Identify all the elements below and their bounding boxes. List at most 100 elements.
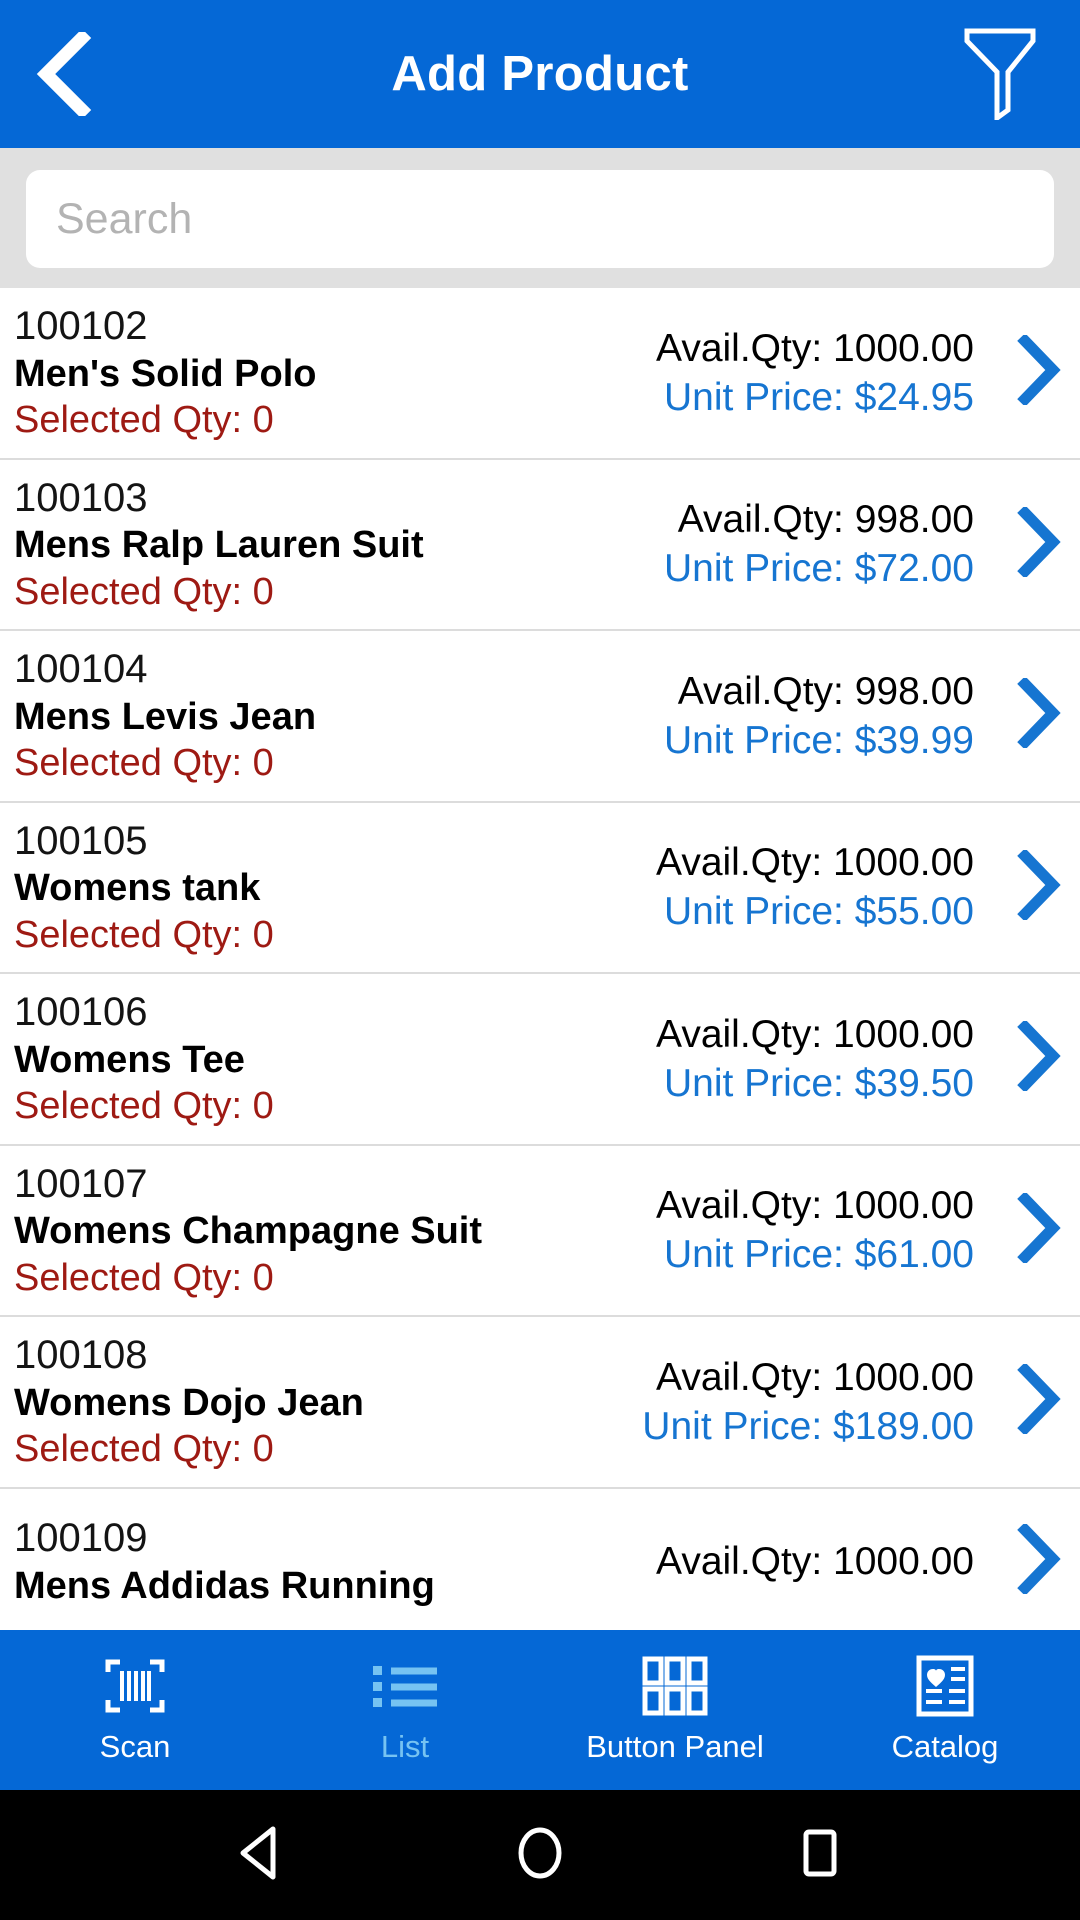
product-sku: 100108	[14, 1333, 148, 1378]
product-detail-button[interactable]	[996, 1503, 1080, 1621]
product-name: Womens tank	[14, 867, 261, 910]
product-name: Mens Levis Jean	[14, 695, 317, 738]
android-back-icon	[233, 1825, 287, 1886]
product-selected-qty: Selected Qty: 0	[14, 1256, 274, 1299]
search-box[interactable]	[26, 170, 1054, 268]
search-bar-container	[0, 148, 1080, 288]
android-recents-button[interactable]	[775, 1810, 865, 1900]
android-back-button[interactable]	[215, 1810, 305, 1900]
product-stock-price: Avail.Qty: 1000.00 Unit Price: $24.95	[656, 302, 996, 444]
product-stock-price: Avail.Qty: 1000.00 Unit Price: $189.00	[642, 1331, 996, 1473]
product-avail-qty: Avail.Qty: 998.00	[677, 498, 974, 542]
product-detail-button[interactable]	[996, 1331, 1080, 1473]
android-home-icon	[513, 1825, 567, 1886]
back-button[interactable]	[34, 29, 104, 119]
product-sku: 100105	[14, 818, 148, 863]
product-row[interactable]: 100108 Womens Dojo Jean Selected Qty: 0 …	[0, 1317, 1080, 1489]
product-selected-qty: Selected Qty: 0	[14, 742, 274, 785]
product-stock-price: Avail.Qty: 998.00 Unit Price: $39.99	[664, 645, 996, 787]
product-unit-price: Unit Price: $39.50	[663, 1061, 974, 1105]
product-sku: 100106	[14, 990, 148, 1035]
product-info: 100109 Mens Addidas Running	[0, 1503, 656, 1621]
product-selected-qty: Selected Qty: 0	[14, 570, 274, 613]
android-recents-icon	[793, 1825, 847, 1886]
product-info: 100108 Womens Dojo Jean Selected Qty: 0	[0, 1331, 642, 1473]
product-row[interactable]: 100102 Men's Solid Polo Selected Qty: 0 …	[0, 288, 1080, 460]
product-detail-button[interactable]	[996, 645, 1080, 787]
barcode-scan-icon	[104, 1655, 166, 1717]
page-title: Add Product	[391, 47, 689, 101]
product-avail-qty: Avail.Qty: 1000.00	[656, 1184, 974, 1228]
product-stock-price: Avail.Qty: 1000.00 Unit Price: $61.00	[656, 1160, 996, 1302]
product-sku: 100102	[14, 304, 148, 348]
product-info: 100106 Womens Tee Selected Qty: 0	[0, 988, 656, 1130]
product-unit-price: Unit Price: $189.00	[642, 1404, 974, 1448]
product-avail-qty: Avail.Qty: 1000.00	[656, 841, 974, 885]
chevron-right-icon	[1013, 333, 1063, 410]
product-detail-button[interactable]	[996, 302, 1080, 444]
product-row[interactable]: 100109 Mens Addidas Running Avail.Qty: 1…	[0, 1489, 1080, 1630]
product-name: Womens Dojo Jean	[14, 1381, 364, 1424]
product-unit-price: Unit Price: $24.95	[663, 375, 974, 419]
product-info: 100103 Mens Ralp Lauren Suit Selected Qt…	[0, 474, 664, 616]
product-detail-button[interactable]	[996, 1160, 1080, 1302]
product-avail-qty: Avail.Qty: 998.00	[677, 669, 974, 713]
product-row[interactable]: 100106 Womens Tee Selected Qty: 0 Avail.…	[0, 974, 1080, 1146]
product-stock-price: Avail.Qty: 1000.00	[656, 1503, 996, 1621]
chevron-right-icon	[1013, 504, 1063, 582]
product-stock-price: Avail.Qty: 1000.00 Unit Price: $39.50	[656, 988, 996, 1130]
list-bullet-icon	[371, 1655, 439, 1717]
app-header: Add Product	[0, 0, 1080, 148]
app-screen: Add Product 100102 Men's Solid Polo Sele…	[0, 0, 1080, 1920]
grid-panel-icon	[642, 1655, 708, 1717]
tab-label: List	[380, 1729, 430, 1764]
chevron-right-icon	[1013, 848, 1063, 925]
product-unit-price: Unit Price: $61.00	[663, 1233, 974, 1277]
product-selected-qty: Selected Qty: 0	[14, 1085, 274, 1128]
filter-button[interactable]	[954, 24, 1046, 124]
tab-label: Scan	[99, 1729, 171, 1764]
product-info: 100102 Men's Solid Polo Selected Qty: 0	[0, 302, 656, 444]
tab-catalog[interactable]: Catalog	[810, 1630, 1080, 1790]
bottom-tab-bar: Scan List Button Panel Catalog	[0, 1630, 1080, 1790]
product-unit-price: Unit Price: $72.00	[663, 547, 974, 591]
chevron-left-icon	[34, 32, 92, 116]
product-selected-qty: Selected Qty: 0	[14, 399, 274, 442]
android-navigation-bar	[0, 1790, 1080, 1920]
tab-button-panel[interactable]: Button Panel	[540, 1630, 810, 1790]
product-detail-button[interactable]	[996, 474, 1080, 616]
product-avail-qty: Avail.Qty: 1000.00	[656, 1355, 974, 1399]
product-detail-button[interactable]	[996, 988, 1080, 1130]
product-sku: 100104	[14, 647, 148, 692]
product-row[interactable]: 100107 Womens Champagne Suit Selected Qt…	[0, 1146, 1080, 1318]
product-selected-qty: Selected Qty: 0	[14, 913, 274, 956]
product-avail-qty: Avail.Qty: 1000.00	[656, 1540, 974, 1584]
chevron-right-icon	[1013, 1362, 1063, 1439]
product-name: Womens Champagne Suit	[14, 1210, 483, 1253]
search-input[interactable]	[56, 170, 1024, 268]
product-sku: 100103	[14, 475, 148, 520]
product-detail-button[interactable]	[996, 817, 1080, 959]
product-row[interactable]: 100104 Mens Levis Jean Selected Qty: 0 A…	[0, 631, 1080, 803]
tab-list[interactable]: List	[270, 1630, 540, 1790]
product-unit-price: Unit Price: $39.99	[663, 718, 974, 762]
catalog-heart-icon	[916, 1655, 974, 1717]
product-stock-price: Avail.Qty: 998.00 Unit Price: $72.00	[664, 474, 996, 616]
chevron-right-icon	[1013, 1019, 1063, 1096]
product-name: Mens Addidas Running	[14, 1564, 435, 1607]
product-list[interactable]: 100102 Men's Solid Polo Selected Qty: 0 …	[0, 288, 1080, 1630]
chevron-right-icon	[1013, 1191, 1063, 1268]
product-row[interactable]: 100105 Womens tank Selected Qty: 0 Avail…	[0, 803, 1080, 975]
product-name: Men's Solid Polo	[14, 352, 317, 395]
product-name: Mens Ralp Lauren Suit	[14, 524, 424, 567]
android-home-button[interactable]	[495, 1810, 585, 1900]
tab-label: Button Panel	[586, 1729, 764, 1764]
product-avail-qty: Avail.Qty: 1000.00	[656, 1012, 974, 1056]
product-avail-qty: Avail.Qty: 1000.00	[656, 326, 974, 370]
product-selected-qty: Selected Qty: 0	[14, 1428, 274, 1471]
product-row[interactable]: 100103 Mens Ralp Lauren Suit Selected Qt…	[0, 460, 1080, 632]
product-info: 100107 Womens Champagne Suit Selected Qt…	[0, 1160, 656, 1302]
tab-scan[interactable]: Scan	[0, 1630, 270, 1790]
product-unit-price: Unit Price: $55.00	[663, 890, 974, 934]
filter-funnel-icon	[961, 24, 1039, 125]
